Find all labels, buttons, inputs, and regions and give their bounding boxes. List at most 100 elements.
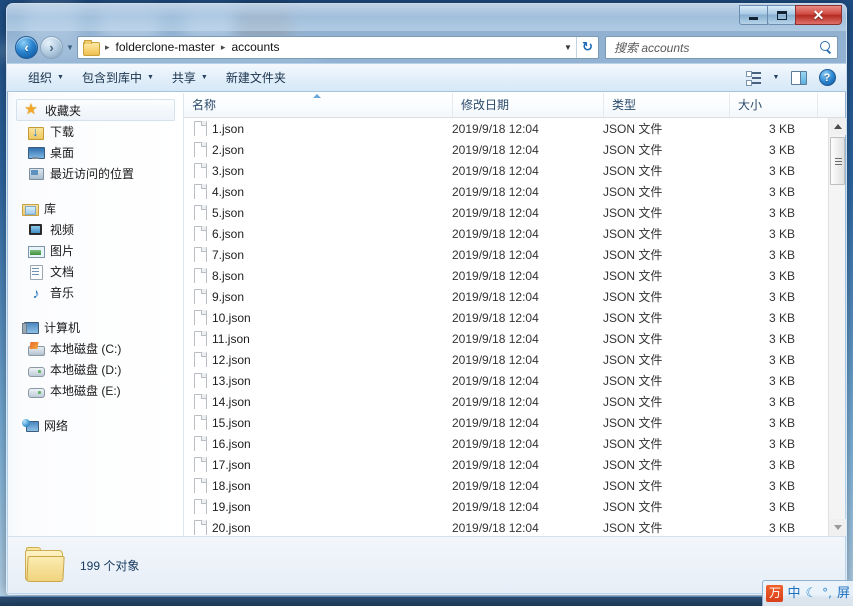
file-name-cell[interactable]: 11.json: [184, 331, 452, 346]
table-row[interactable]: 1.json 2019/9/18 12:04 JSON 文件 3 KB: [184, 118, 845, 139]
change-view-dropdown[interactable]: ▼: [768, 67, 784, 89]
sidebar-item-music[interactable]: ♪ 音乐: [8, 282, 183, 303]
file-name-cell[interactable]: 19.json: [184, 499, 452, 514]
search-box[interactable]: 搜索 accounts: [605, 35, 838, 59]
toolbar-item-organize[interactable]: 组织 ▼: [19, 66, 73, 89]
forward-button[interactable]: ›: [40, 35, 63, 59]
file-name-cell[interactable]: 14.json: [184, 394, 452, 409]
refresh-button[interactable]: ↻: [576, 36, 598, 58]
toolbar-item-new-folder[interactable]: 新建文件夹: [217, 66, 295, 89]
address-bar[interactable]: ▸ folderclone-master ▸ accounts ▼ ↻: [77, 35, 599, 59]
sidebar-item-drive-c[interactable]: 本地磁盘 (C:): [8, 338, 183, 359]
sidebar-item-libraries[interactable]: 库: [8, 198, 183, 219]
column-header-filler[interactable]: [817, 93, 845, 117]
file-name-cell[interactable]: 15.json: [184, 415, 452, 430]
table-row[interactable]: 18.json 2019/9/18 12:04 JSON 文件 3 KB: [184, 475, 845, 496]
table-row[interactable]: 13.json 2019/9/18 12:04 JSON 文件 3 KB: [184, 370, 845, 391]
file-name-cell[interactable]: 1.json: [184, 121, 452, 136]
file-name-cell[interactable]: 20.json: [184, 520, 452, 535]
ime-more-icon[interactable]: 屏: [836, 585, 851, 602]
navigation-pane[interactable]: ★ 收藏夹 下载 桌面 最近访问的位置: [8, 93, 184, 536]
toolbar-item-include-in-library[interactable]: 包含到库中 ▼: [73, 66, 163, 89]
ime-logo-icon[interactable]: 万: [766, 585, 784, 602]
file-name-cell[interactable]: 4.json: [184, 184, 452, 199]
column-header-date-modified[interactable]: 修改日期: [452, 93, 603, 117]
sidebar-item-network[interactable]: 网络: [8, 415, 183, 436]
back-button[interactable]: ‹: [15, 35, 38, 59]
table-row[interactable]: 4.json 2019/9/18 12:04 JSON 文件 3 KB: [184, 181, 845, 202]
table-row[interactable]: 15.json 2019/9/18 12:04 JSON 文件 3 KB: [184, 412, 845, 433]
toolbar-right-group: ▼ ?: [740, 67, 840, 89]
column-header-name[interactable]: 名称: [184, 93, 452, 117]
file-name-cell[interactable]: 18.json: [184, 478, 452, 493]
file-name-cell[interactable]: 16.json: [184, 436, 452, 451]
breadcrumb-item-current[interactable]: accounts: [228, 39, 282, 55]
recent-pages-button[interactable]: ▼: [63, 43, 77, 52]
ime-degree-icon[interactable]: °,: [821, 585, 833, 602]
table-row[interactable]: 6.json 2019/9/18 12:04 JSON 文件 3 KB: [184, 223, 845, 244]
file-type-cell: JSON 文件: [603, 248, 663, 262]
file-rows-container[interactable]: 1.json 2019/9/18 12:04 JSON 文件 3 KB 2.json 20…: [184, 118, 845, 536]
sidebar-item-desktop[interactable]: 桌面: [8, 142, 183, 163]
file-name-label: 12.json: [212, 352, 251, 367]
file-name-cell[interactable]: 17.json: [184, 457, 452, 472]
table-row[interactable]: 10.json 2019/9/18 12:04 JSON 文件 3 KB: [184, 307, 845, 328]
file-name-cell[interactable]: 2.json: [184, 142, 452, 157]
table-row[interactable]: 7.json 2019/9/18 12:04 JSON 文件 3 KB: [184, 244, 845, 265]
table-row[interactable]: 8.json 2019/9/18 12:04 JSON 文件 3 KB: [184, 265, 845, 286]
maximize-button[interactable]: [767, 5, 796, 25]
column-header-size[interactable]: 大小: [729, 93, 817, 117]
ime-chinese-icon[interactable]: 中: [786, 585, 801, 602]
table-row[interactable]: 16.json 2019/9/18 12:04 JSON 文件 3 KB: [184, 433, 845, 454]
table-row[interactable]: 11.json 2019/9/18 12:04 JSON 文件 3 KB: [184, 328, 845, 349]
close-button[interactable]: ✕: [795, 5, 842, 25]
sidebar-item-drive-d[interactable]: 本地磁盘 (D:): [8, 359, 183, 380]
json-file-icon: [194, 205, 207, 220]
sidebar-item-favorites[interactable]: ★ 收藏夹: [16, 99, 175, 121]
sidebar-item-recent-places[interactable]: 最近访问的位置: [8, 163, 183, 184]
file-name-cell[interactable]: 9.json: [184, 289, 452, 304]
scrollbar-thumb[interactable]: [830, 137, 845, 185]
preview-pane-button[interactable]: [786, 67, 812, 89]
table-row[interactable]: 20.json 2019/9/18 12:04 JSON 文件 3 KB: [184, 517, 845, 536]
sidebar-item-drive-e[interactable]: 本地磁盘 (E:): [8, 380, 183, 401]
sidebar-item-pictures[interactable]: 图片: [8, 240, 183, 261]
file-name-cell[interactable]: 13.json: [184, 373, 452, 388]
table-row[interactable]: 2.json 2019/9/18 12:04 JSON 文件 3 KB: [184, 139, 845, 160]
ime-moon-icon[interactable]: ☾: [805, 585, 819, 602]
sidebar-item-label: 库: [44, 202, 57, 216]
sidebar-item-computer[interactable]: 计算机: [8, 317, 183, 338]
help-button[interactable]: ?: [814, 67, 840, 89]
sidebar-item-documents[interactable]: 文档: [8, 261, 183, 282]
table-row[interactable]: 14.json 2019/9/18 12:04 JSON 文件 3 KB: [184, 391, 845, 412]
sidebar-item-videos[interactable]: 视频: [8, 219, 183, 240]
column-header-type[interactable]: 类型: [603, 93, 729, 117]
table-row[interactable]: 3.json 2019/9/18 12:04 JSON 文件 3 KB: [184, 160, 845, 181]
file-name-cell[interactable]: 3.json: [184, 163, 452, 178]
network-icon: [22, 418, 39, 434]
file-name-cell[interactable]: 5.json: [184, 205, 452, 220]
file-name-cell[interactable]: 12.json: [184, 352, 452, 367]
breadcrumb-separator[interactable]: ▸: [102, 42, 113, 53]
sidebar-item-downloads[interactable]: 下载: [8, 121, 183, 142]
toolbar-item-share[interactable]: 共享 ▼: [163, 66, 217, 89]
file-name-cell[interactable]: 6.json: [184, 226, 452, 241]
address-history-dropdown[interactable]: ▼: [560, 43, 576, 52]
file-size-cell: 3 KB: [768, 436, 795, 451]
file-name-cell[interactable]: 7.json: [184, 247, 452, 262]
file-name-cell[interactable]: 8.json: [184, 268, 452, 283]
file-list-scrollbar[interactable]: [828, 118, 846, 536]
table-row[interactable]: 9.json 2019/9/18 12:04 JSON 文件 3 KB: [184, 286, 845, 307]
minimize-button[interactable]: [739, 5, 768, 25]
table-row[interactable]: 5.json 2019/9/18 12:04 JSON 文件 3 KB: [184, 202, 845, 223]
breadcrumb-separator[interactable]: ▸: [218, 42, 229, 53]
breadcrumb-item-root[interactable]: folderclone-master: [113, 39, 218, 55]
scroll-up-button[interactable]: [829, 118, 846, 135]
file-name-cell[interactable]: 10.json: [184, 310, 452, 325]
change-view-button[interactable]: [740, 67, 766, 89]
table-row[interactable]: 19.json 2019/9/18 12:04 JSON 文件 3 KB: [184, 496, 845, 517]
table-row[interactable]: 17.json 2019/9/18 12:04 JSON 文件 3 KB: [184, 454, 845, 475]
table-row[interactable]: 12.json 2019/9/18 12:04 JSON 文件 3 KB: [184, 349, 845, 370]
scroll-down-button[interactable]: [829, 519, 846, 536]
search-input[interactable]: 搜索 accounts: [614, 39, 819, 56]
